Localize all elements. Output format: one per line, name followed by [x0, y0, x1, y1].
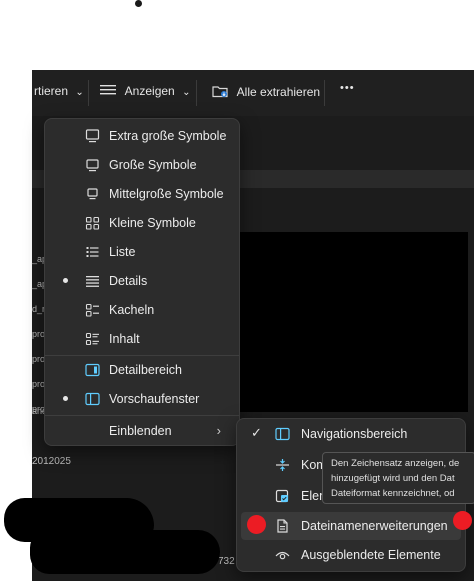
view-dropdown-menu: Extra große Symbole Große Symbole Mittel… — [44, 118, 240, 446]
view-button[interactable]: Anzeigen ⌄ — [100, 84, 190, 98]
compact-view-icon — [276, 459, 289, 471]
more-dots-icon: ••• — [340, 82, 355, 94]
preview-pane-icon — [85, 392, 100, 406]
submenu-item-label: Ausgeblendete Elemente — [301, 548, 441, 562]
top-dot — [135, 0, 142, 7]
tiles-icon — [85, 303, 99, 317]
menu-item-small-icons[interactable]: Kleine Symbole — [49, 209, 235, 237]
menu-item-label: Detailbereich — [109, 363, 182, 377]
menu-item-content[interactable]: Inhalt — [49, 325, 235, 353]
annotation-red-dot — [247, 515, 266, 534]
file-icon — [277, 519, 288, 533]
menu-item-label: Kacheln — [109, 303, 155, 317]
menu-item-label: Vorschaufenster — [109, 392, 200, 406]
menu-divider — [45, 415, 239, 416]
content-icon — [85, 332, 99, 346]
tooltip-line: hinzugefügt wird und den Dat — [331, 473, 455, 484]
tooltip-line: Dateiformat kennzeichnet, od — [331, 488, 455, 499]
menu-item-large-icons[interactable]: Große Symbole — [49, 151, 235, 179]
menu-item-label: Einblenden — [109, 424, 172, 438]
list-icon — [86, 247, 99, 257]
menu-item-label: Mittelgroße Symbole — [109, 187, 224, 201]
sort-label: rtieren — [34, 84, 69, 98]
annotation-red-dot — [453, 511, 472, 530]
preview-area — [240, 232, 468, 412]
menu-item-details[interactable]: Details — [49, 267, 235, 295]
view-label: Anzeigen — [124, 84, 175, 98]
tooltip-line: Den Zeichensatz anzeigen, de — [331, 458, 460, 469]
extract-all-label: Alle extrahieren — [236, 85, 321, 99]
medium-icons-icon — [87, 188, 98, 200]
menu-item-label: Liste — [109, 245, 136, 259]
menu-item-list[interactable]: Liste — [49, 238, 235, 266]
menu-item-label: Große Symbole — [109, 158, 197, 172]
tooltip: Den Zeichensatz anzeigen, de hinzugefügt… — [322, 452, 474, 504]
details-pane-icon — [85, 363, 100, 377]
menu-item-extra-large-icons[interactable]: Extra große Symbole — [49, 122, 235, 150]
item-checkbox-icon — [275, 489, 289, 503]
selected-bullet-icon — [63, 396, 68, 401]
eye-icon — [275, 551, 290, 560]
date-fragment: 2012025 — [32, 456, 71, 467]
extract-all-button[interactable]: Alle extrahieren — [212, 84, 320, 99]
view-lines-icon — [100, 85, 116, 95]
large-icons-icon — [86, 159, 99, 172]
check-icon: ✓ — [251, 425, 262, 440]
menu-item-medium-icons[interactable]: Mittelgroße Symbole — [49, 180, 235, 208]
menu-item-label: Kleine Symbole — [109, 216, 196, 230]
command-bar: rtieren ⌄ Anzeigen ⌄ Alle extrahieren ••… — [32, 70, 474, 116]
chevron-right-icon: › — [216, 423, 221, 438]
details-icon — [86, 276, 99, 287]
submenu-item-label: Navigationsbereich — [301, 427, 408, 441]
small-icons-icon — [85, 216, 100, 230]
selected-bullet-icon — [63, 278, 68, 283]
menu-item-preview-pane[interactable]: Vorschaufenster — [49, 385, 235, 413]
navigation-pane-icon — [275, 427, 290, 441]
folder-extract-icon — [212, 86, 228, 98]
menu-item-details-pane[interactable]: Detailbereich — [49, 356, 235, 384]
menu-item-label: Inhalt — [109, 332, 140, 346]
number-fragment: 732 — [218, 556, 235, 567]
submenu-item-navigation-pane[interactable]: ✓ Navigationsbereich — [241, 420, 461, 448]
chevron-down-icon: ⌄ — [182, 87, 191, 98]
chevron-down-icon: ⌄ — [75, 87, 84, 98]
submenu-item-file-extensions[interactable]: Dateinamenerweiterungen — [241, 512, 461, 540]
menu-item-show[interactable]: Einblenden › — [49, 417, 235, 445]
extra-large-icons-icon — [85, 129, 100, 143]
toolbar-divider — [196, 80, 197, 106]
submenu-item-label: Dateinamenerweiterungen — [301, 519, 448, 533]
menu-item-label: Details — [109, 274, 148, 288]
menu-item-tiles[interactable]: Kacheln — [49, 296, 235, 324]
sort-button[interactable]: rtieren ⌄ — [34, 84, 84, 98]
submenu-item-hidden-items[interactable]: Ausgeblendete Elemente — [241, 541, 461, 569]
toolbar-divider — [324, 80, 325, 106]
toolbar-divider — [88, 80, 89, 106]
redaction-scribble — [30, 530, 220, 574]
more-options-button[interactable]: ••• — [340, 82, 355, 94]
menu-item-label: Extra große Symbole — [109, 129, 227, 143]
